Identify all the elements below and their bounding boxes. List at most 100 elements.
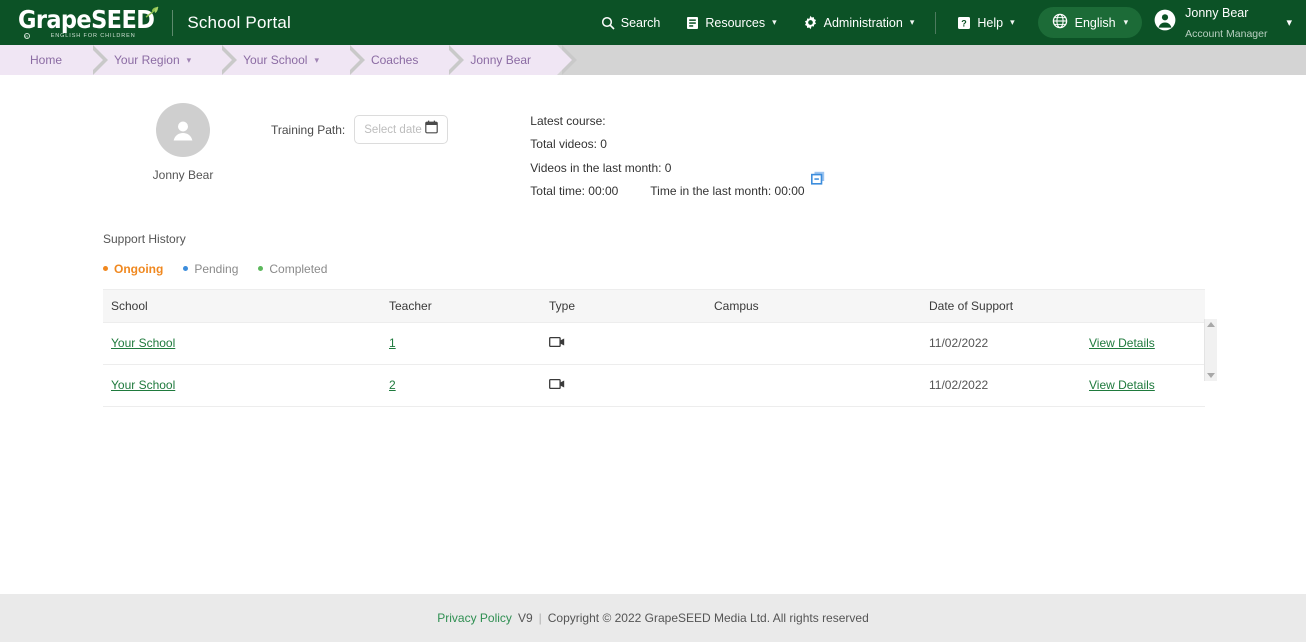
breadcrumb-label: Home [30,53,63,67]
user-role: Account Manager [1185,27,1268,40]
nav-search[interactable]: Search [588,10,674,36]
support-history-legend: Ongoing Pending Completed [103,262,1306,276]
chevron-down-icon: ▾ [1286,17,1292,29]
support-history-table: School Teacher Type Campus Date of Suppo… [103,289,1205,407]
svg-text:?: ? [962,18,968,28]
footer-version: V9 [517,611,533,625]
support-history-title: Support History [103,231,186,246]
stat-videos-last-month: Videos in the last month: 0 [530,160,672,175]
language-label: English [1074,15,1116,30]
nav-help-label: Help [977,15,1004,30]
legend-label: Ongoing [114,261,164,276]
nav-administration[interactable]: Administration ▾ [790,9,928,36]
stat-time-last-month: Time in the last month: 00:00 [650,184,805,199]
top-navigation: Search Resources ▾ Administration ▾ ? He… [588,3,1292,43]
nav-administration-label: Administration [823,15,903,30]
breadcrumb-label: Jonny Bear [470,53,532,67]
top-header: GrapeSEED R ENGLISH FOR CHILDREN School … [0,0,1306,45]
training-path-date-input[interactable]: Select date [354,115,449,144]
video-camera-icon [549,336,565,351]
breadcrumb-label: Your School [243,53,308,67]
legend-label: Completed [269,261,328,276]
user-menu[interactable]: Jonny Bear Account Manager ▾ [1148,3,1292,43]
table-header-row: School Teacher Type Campus Date of Suppo… [103,289,1205,323]
row-campus [706,364,921,407]
nav-help[interactable]: ? Help ▾ [944,10,1027,36]
breadcrumb: Home Your Region ▾ Your School ▾ Coaches… [0,45,1306,75]
course-statistics: Latest course: Total videos: 0 Videos in… [530,103,830,204]
footer: Privacy Policy V9 | Copyright © 2022 Gra… [0,594,1306,642]
brand[interactable]: GrapeSEED R ENGLISH FOR CHILDREN School … [18,4,292,39]
gear-icon [803,15,818,30]
row-teacher-link[interactable]: 1 [389,336,396,350]
row-campus [706,322,921,365]
grape-leaf-icon [144,6,160,19]
chevron-down-icon: ▾ [1123,17,1129,27]
avatar [1154,9,1176,36]
brand-divider [172,9,174,36]
language-selector[interactable]: English ▾ [1037,7,1143,38]
date-placeholder: Select date [364,123,422,136]
row-teacher-link[interactable]: 2 [389,378,396,392]
legend-label: Pending [194,261,239,276]
globe-icon [1052,13,1068,32]
table-scrollbar[interactable] [1204,318,1217,381]
privacy-policy-link[interactable]: Privacy Policy [437,611,512,625]
column-header-teacher[interactable]: Teacher [381,289,541,323]
restore-window-icon[interactable] [811,170,825,193]
footer-separator: | [538,611,542,625]
column-header-type[interactable]: Type [541,289,706,323]
profile-summary: Jonny Bear Training Path: Select date La… [0,75,1306,204]
footer-copyright: Copyright © 2022 GrapeSEED Media Ltd. Al… [547,611,869,625]
row-date: 11/02/2022 [921,364,1081,407]
nav-resources-label: Resources [705,15,766,30]
row-school-link[interactable]: Your School [111,336,175,350]
grapeseed-logo[interactable]: GrapeSEED R ENGLISH FOR CHILDREN [18,4,160,39]
logo-text: GrapeSEED [18,4,155,34]
training-path-block: Training Path: Select date [271,103,449,144]
support-history-table-wrapper: School Teacher Type Campus Date of Suppo… [103,288,1217,407]
scroll-down-icon[interactable] [1207,372,1215,378]
chevron-down-icon: ▾ [909,17,915,27]
user-name: Jonny Bear [1185,5,1249,20]
status-dot-completed [258,266,264,272]
breadcrumb-item-home[interactable]: Home [0,45,109,75]
row-view-details-link[interactable]: View Details [1089,378,1155,392]
column-header-school[interactable]: School [103,289,381,323]
help-icon: ? [957,16,971,30]
legend-item-pending[interactable]: Pending [183,262,238,276]
main-content: Jonny Bear Training Path: Select date La… [0,75,1306,628]
table-row: Your School 2 11/02/2022 View Details [103,364,1205,407]
profile-avatar-block: Jonny Bear [103,103,263,182]
registered-mark-icon: R [24,32,30,39]
stat-total-time: Total time: 00:00 [530,184,619,199]
breadcrumb-label: Your Region [114,53,180,67]
search-icon [601,16,615,30]
column-header-campus[interactable]: Campus [706,289,921,323]
row-date: 11/02/2022 [921,322,1081,365]
nav-divider [935,11,937,34]
column-header-actions [1081,289,1205,323]
status-dot-ongoing [103,266,108,272]
scroll-up-icon[interactable] [1207,321,1215,327]
nav-search-label: Search [620,15,661,30]
breadcrumb-label: Coaches [370,53,419,67]
chevron-down-icon: ▾ [314,54,319,65]
status-dot-pending [183,266,189,272]
stat-total-videos: Total videos: 0 [530,137,607,152]
page-title: School Portal [187,12,292,32]
avatar [156,103,210,157]
calendar-icon [425,120,439,139]
training-path-label: Training Path: [271,122,346,137]
nav-resources[interactable]: Resources ▾ [673,10,789,36]
chevron-down-icon: ▾ [1010,17,1015,27]
video-camera-icon [549,378,565,393]
row-view-details-link[interactable]: View Details [1089,336,1155,350]
logo-tagline: R ENGLISH FOR CHILDREN [24,32,136,39]
row-school-link[interactable]: Your School [111,378,175,392]
legend-item-completed[interactable]: Completed [258,262,327,276]
column-header-date-of-support[interactable]: Date of Support [921,289,1081,323]
legend-item-ongoing[interactable]: Ongoing [103,262,163,276]
profile-name: Jonny Bear [152,168,214,182]
book-icon [686,16,699,30]
